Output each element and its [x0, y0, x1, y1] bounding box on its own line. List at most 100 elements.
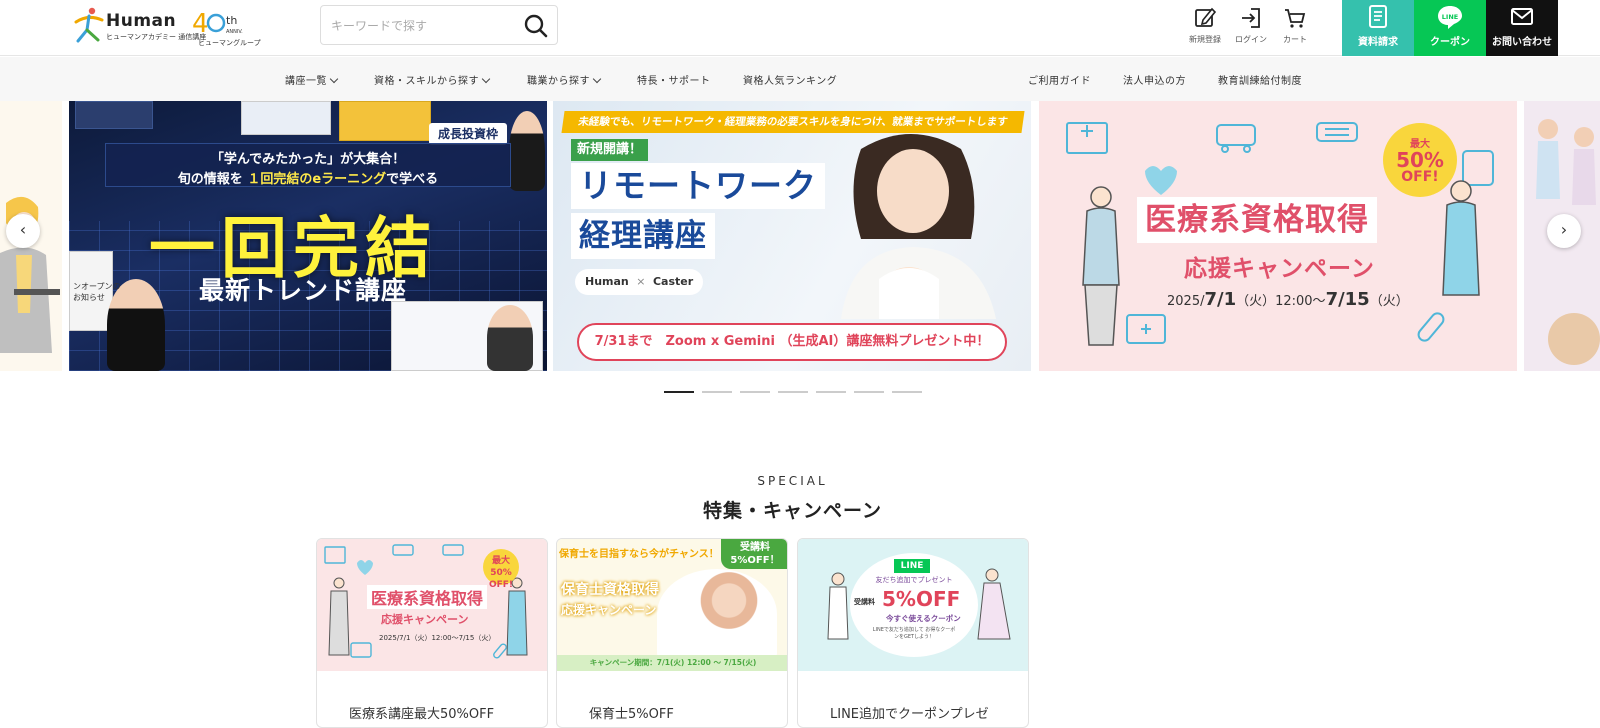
slide2-gift-pill: 7/31まで Zoom x Gemini （生成AI）講座無料プレゼント中！ [577, 323, 1007, 361]
nav-training-benefit[interactable]: 教育訓練給付制度 [1218, 72, 1302, 87]
nav-by-occupation-label: 職業から探す [527, 76, 590, 87]
slide1-side-note: ンオープンの お知らせ [73, 282, 121, 302]
edit-icon [1195, 7, 1217, 27]
date-part: （火） [1369, 294, 1409, 309]
slide3-subtitle: 応援キャンペーン [1184, 256, 1375, 282]
badge-off: OFF! [1401, 169, 1439, 185]
campaign-card-line-coupon[interactable]: LINE 友だち追加でプレゼント 受講料 5%OFF 今すぐ使えるクーポン LI… [797, 538, 1029, 728]
mail-icon [1511, 8, 1533, 25]
slide1-thumbnail [241, 101, 331, 135]
svg-text:th: th [226, 14, 237, 27]
nav-corporate[interactable]: 法人申込の方 [1123, 72, 1186, 87]
slide2-title-line1: リモートワーク [571, 163, 825, 209]
date-part: （火）12:00～ [1236, 294, 1326, 309]
chevron-down-icon [592, 74, 602, 84]
contact-label: お問い合わせ [1492, 37, 1552, 48]
human-logo-text: Human [585, 275, 629, 288]
slide1-instructor-photo [509, 111, 545, 191]
search-icon[interactable] [523, 13, 549, 39]
login-icon [1242, 8, 1260, 28]
slide1-banner-highlight: １回完結のeラーニング [247, 172, 387, 187]
slide1-thumbnail [75, 101, 153, 129]
date-part: 7/1 [1204, 289, 1237, 310]
nav-features[interactable]: 特長・サポート [637, 72, 711, 87]
human-logo-icon [74, 7, 104, 43]
section-kicker: SPECIAL [757, 474, 828, 488]
carousel-dot[interactable] [664, 391, 694, 393]
slide3-title: 医療系資格取得 [1137, 197, 1377, 243]
site-header: Human ヒューマンアカデミー 通信講座 4 th ANNIV. ヒューマング… [0, 0, 1600, 56]
chevron-right-icon: › [1560, 220, 1568, 239]
date-part: 7/15 [1325, 289, 1370, 310]
carousel-slide-medical-campaign[interactable]: 最大 50% OFF! 医療系資格取得 応援キャンペーン 2025/7/1（火）… [1039, 101, 1517, 371]
svg-text:4: 4 [192, 9, 209, 36]
carousel-dot[interactable] [778, 391, 808, 393]
chevron-down-icon [481, 74, 491, 84]
carousel-prev-button[interactable]: ‹ [6, 214, 40, 248]
register-link[interactable]: 新規登録 [1182, 4, 1228, 52]
slide3-date: 2025/7/1（火）12:00～7/15（火） [1167, 289, 1409, 310]
campaign-card-thumbnail: LINE 友だち追加でプレゼント 受講料 5%OFF 今すぐ使えるクーポン LI… [798, 539, 1028, 671]
badge-text: 5%OFF！ [730, 555, 780, 566]
campaign-card-medical[interactable]: 最大 50% OFF! 医療系資格取得 応援キャンペーン 2025/7/1（火）… [316, 538, 548, 728]
slide1-instructor-photo [487, 305, 533, 371]
nav-by-skill-label: 資格・スキルから探す [374, 76, 479, 87]
mother-and-baby-photo-icon [841, 134, 996, 319]
badge-percent: 50% [1396, 148, 1444, 172]
carousel-slide-remote-accounting[interactable]: 未経験でも、リモートワーク・経理業務の必要スキルを身につけ、就業までサポートしま… [553, 101, 1031, 371]
campaign-card-caption: 医療系講座最大50%OFF [349, 707, 495, 722]
cart-link[interactable]: カート [1272, 4, 1318, 52]
badge-text: 受講料 [740, 542, 770, 553]
slide2-collab-logos: Human × Caster [575, 269, 704, 295]
group-name: ヒューマングループ [198, 39, 261, 47]
nav-guide[interactable]: ご利用ガイド [1028, 72, 1091, 87]
register-label: 新規登録 [1189, 35, 1221, 44]
document-icon [1369, 5, 1387, 28]
carousel-slide-trend-course[interactable]: 成長投資枠 「学んでみたかった」が大集合！ 旬の情報を １回完結のeラーニングで… [69, 101, 547, 371]
nav-courses[interactable]: 講座一覧 [285, 72, 339, 87]
login-link[interactable]: ログイン [1228, 4, 1274, 52]
card3-note: LINEで友だち追加して お得なクーポンをGETしよう！ [872, 627, 956, 640]
section-title: 特集・キャンペーン [702, 500, 883, 522]
slide1-banner-text: 旬の情報を [177, 172, 243, 187]
nav-by-occupation[interactable]: 職業から探す [527, 72, 602, 87]
slide1-banner-text: で学べる [386, 172, 439, 187]
contact-button[interactable]: お問い合わせ [1486, 0, 1558, 56]
slide3-discount-badge: 最大 50% OFF! [1383, 123, 1457, 197]
nav-ranking[interactable]: 資格人気ランキング [743, 72, 837, 87]
campaign-card-nursery[interactable]: 保育士を目指すなら今がチャンス！ 受講料 5%OFF！ 保育士資格取得 応援キャン… [556, 538, 788, 728]
login-label: ログイン [1235, 35, 1267, 44]
carousel-dot[interactable] [740, 391, 770, 393]
campaign-card-thumbnail: 保育士を目指すなら今がチャンス！ 受講料 5%OFF！ 保育士資格取得 応援キャン… [557, 539, 787, 671]
line-coupon-button[interactable]: LINE クーポン [1414, 0, 1486, 56]
card2-lead: 保育士を目指すなら今がチャンス！ [559, 549, 719, 560]
carousel-next-button[interactable]: › [1547, 214, 1581, 248]
collab-x: × [636, 275, 646, 288]
card3-add-friend: 友だち追加でプレゼント [875, 576, 953, 584]
card3-discount: 5%OFF [882, 587, 961, 611]
nav-courses-label: 講座一覧 [285, 76, 327, 87]
slide1-banner-line1: 「学んでみたかった」が大集合！ [210, 152, 406, 167]
carousel-dot[interactable] [854, 391, 884, 393]
card2-period-bar: キャンペーン期間：7/1(火) 12:00 ～ 7/15(火) [557, 655, 787, 671]
card1-subtitle: 応援キャンペーン [381, 613, 469, 626]
cart-label: カート [1283, 35, 1307, 44]
line-icon-text: LINE [1442, 13, 1458, 21]
campaign-card-caption: 保育士5%OFF [589, 707, 674, 722]
card3-fee-label: 受講料 [854, 598, 875, 606]
card2-subtitle: 応援キャンペーン [561, 603, 657, 617]
request-documents-button[interactable]: 資料請求 [1342, 0, 1414, 56]
site-logo[interactable]: Human ヒューマンアカデミー 通信講座 4 th ANNIV. ヒューマング… [72, 6, 262, 48]
coupon-label: クーポン [1430, 37, 1470, 48]
growth-investment-tag: 成長投資枠 [429, 123, 507, 145]
global-nav: 講座一覧 資格・スキルから探す 職業から探す 特長・サポート 資格人気ランキング… [0, 57, 1600, 101]
request-documents-label: 資料請求 [1358, 37, 1398, 48]
card1-title: 医療系資格取得 [367, 585, 488, 609]
nav-by-skill[interactable]: 資格・スキルから探す [374, 72, 491, 87]
carousel-dot[interactable] [892, 391, 922, 393]
search-input[interactable] [331, 14, 511, 38]
carousel-dot[interactable] [702, 391, 732, 393]
svg-text:ANNIV.: ANNIV. [226, 29, 243, 35]
cart-icon [1285, 9, 1306, 28]
carousel-dot[interactable] [816, 391, 846, 393]
